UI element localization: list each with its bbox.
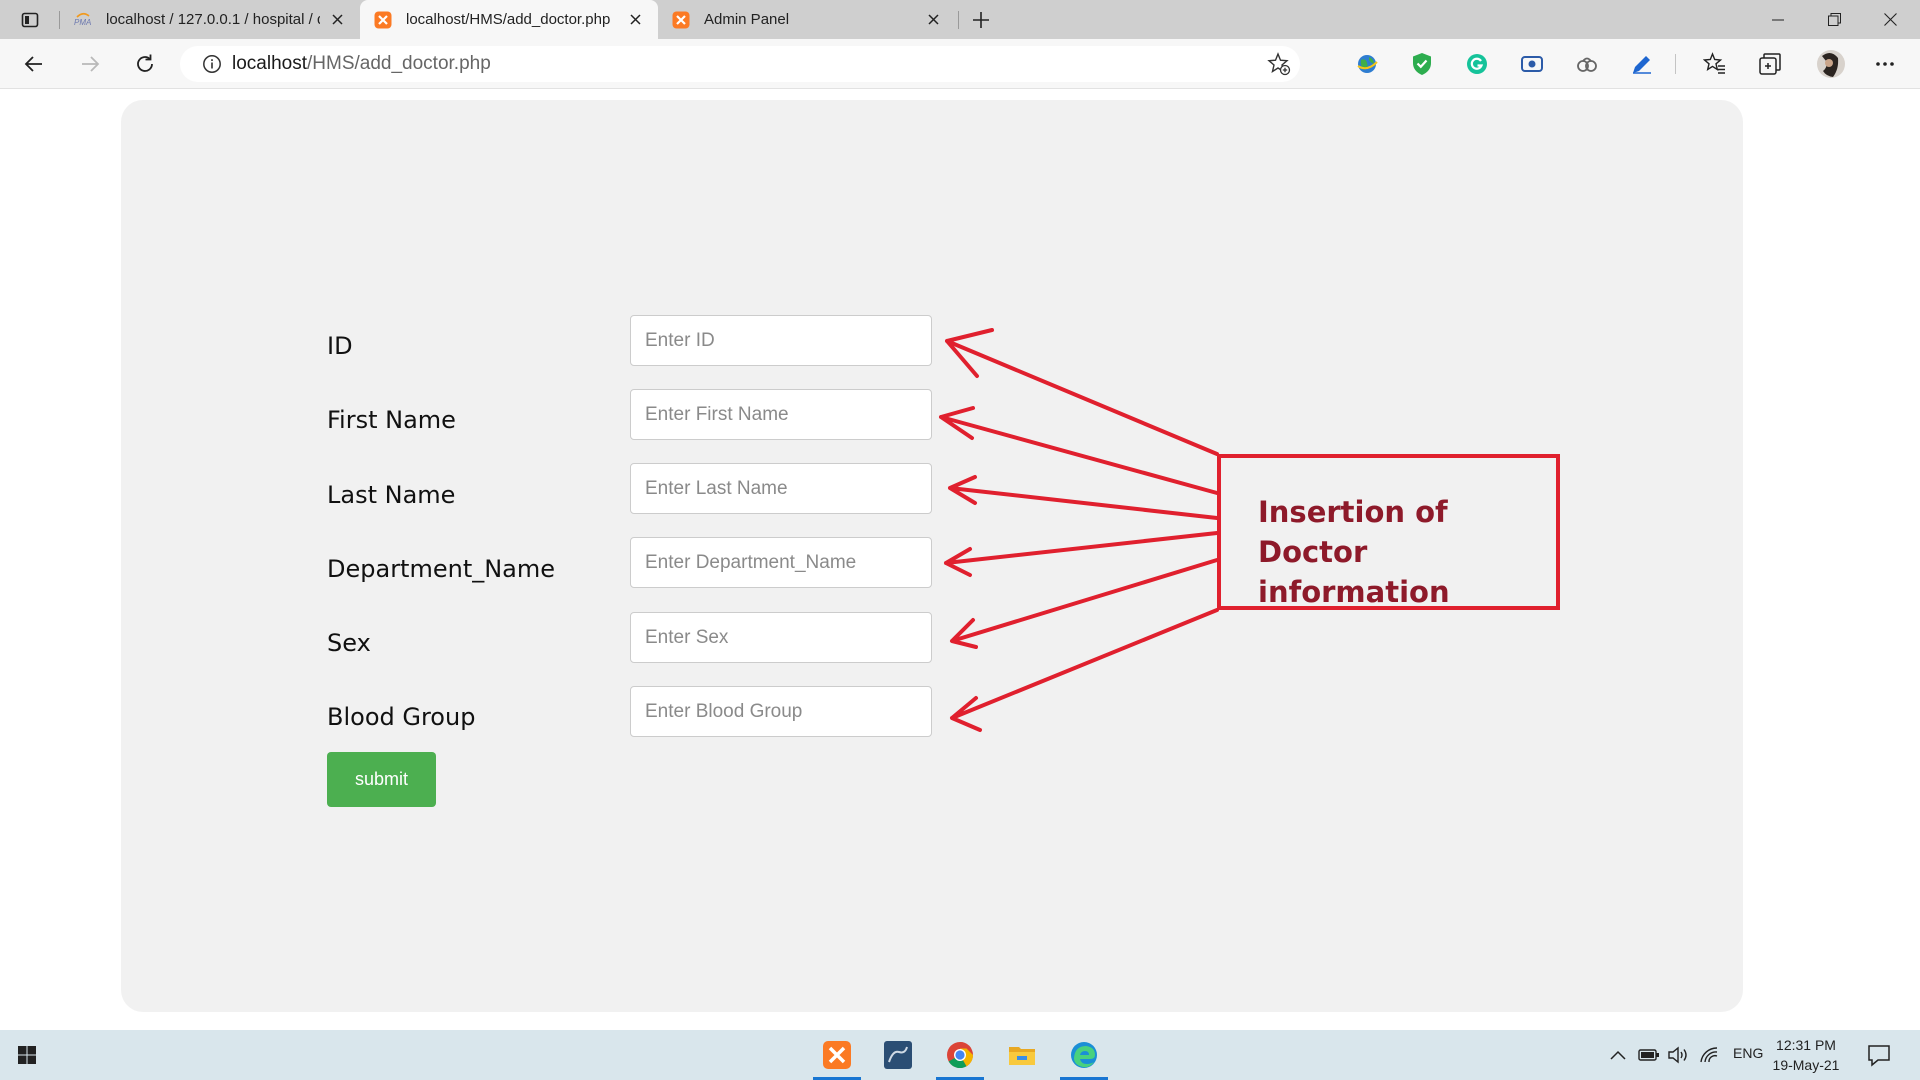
close-tab-icon[interactable] [328,11,346,29]
collections-icon [1759,53,1781,75]
wifi-icon[interactable] [1697,1043,1721,1067]
tab-bar: PMA localhost / 127.0.0.1 / hospital / d… [0,0,1920,39]
settings-more-button[interactable] [1870,49,1900,79]
close-tab-icon[interactable] [626,11,644,29]
plus-icon [973,12,989,28]
restore-button[interactable] [1806,0,1862,39]
department-name-input[interactable] [630,537,932,588]
refresh-button[interactable] [127,46,163,82]
tray-overflow-chevron-icon[interactable] [1606,1043,1630,1067]
submit-button[interactable]: submit [327,752,436,807]
annotation-callout-text: Insertion of Doctor information [1258,492,1548,612]
id-input[interactable] [630,315,932,366]
clock-date: 19-May-21 [1772,1057,1840,1073]
back-button[interactable] [16,46,52,82]
tab-actions-icon [21,12,39,28]
url-text: localhost/HMS/add_doctor.php [232,53,491,75]
add-favorite-button[interactable] [1262,47,1296,81]
file-explorer-icon [1009,1047,1035,1065]
address-bar[interactable]: localhost/HMS/add_doctor.php [180,46,1300,82]
new-tab-button[interactable] [966,5,996,35]
tab-add-doctor[interactable]: localhost/HMS/add_doctor.php [360,0,658,39]
refresh-icon [137,54,153,72]
close-icon [1883,13,1897,26]
department-name-label: Department_Name [327,555,556,583]
sex-label: Sex [327,629,371,657]
shield-extension-icon[interactable] [1407,49,1437,79]
pen-extension-icon[interactable] [1627,49,1657,79]
close-window-button[interactable] [1862,0,1918,39]
mysql-workbench-icon [884,1041,912,1069]
tab-phpmyadmin[interactable]: PMA localhost / 127.0.0.1 / hospital / d [60,0,360,39]
taskbar-mysql-workbench[interactable] [872,1030,924,1080]
last-name-label: Last Name [327,481,456,509]
windows-start-icon[interactable] [12,1040,42,1070]
first-name-label: First Name [327,406,456,434]
input-language[interactable]: ENG [1733,1045,1763,1061]
battery-icon[interactable] [1637,1043,1661,1067]
url-path: /HMS/add_doctor.php [307,53,491,74]
tab-label: Admin Panel [704,11,790,28]
id-label: ID [327,332,353,360]
taskbar-xampp[interactable] [811,1030,863,1080]
last-name-input[interactable] [630,463,932,514]
browser-toolbar: localhost/HMS/add_doctor.php [0,39,1920,89]
screenshot-extension-icon[interactable] [1517,49,1547,79]
annotation-line-2: information [1258,575,1450,609]
xampp-icon [672,11,690,28]
more-dots-icon [1876,62,1894,66]
tab-label: localhost / 127.0.0.1 / hospital / d [106,11,320,28]
annotation-line-1: Insertion of Doctor [1258,495,1448,569]
star-plus-icon [1267,52,1291,76]
tab-label: localhost/HMS/add_doctor.php [406,11,611,28]
tab-actions-button[interactable] [8,6,52,34]
windows-taskbar: ENG 12:31 PM 19-May-21 [0,1030,1920,1080]
link-extension-icon[interactable] [1572,49,1602,79]
blood-group-input[interactable] [630,686,932,737]
taskbar-edge[interactable] [1058,1030,1110,1080]
minimize-icon [1772,19,1784,20]
tab-admin-panel[interactable]: Admin Panel [658,0,956,39]
profile-avatar[interactable] [1815,48,1847,80]
edge-icon [1071,1042,1097,1068]
back-arrow-icon [24,56,42,72]
forward-arrow-icon [82,56,100,72]
xampp-icon [823,1041,851,1069]
chrome-icon [947,1041,974,1069]
restore-icon [1827,13,1841,26]
volume-icon[interactable] [1666,1043,1690,1067]
grammarly-icon[interactable] [1462,49,1492,79]
taskbar-chrome[interactable] [934,1030,986,1080]
collections-button[interactable] [1755,49,1785,79]
clock-time: 12:31 PM [1776,1037,1836,1053]
close-tab-icon[interactable] [924,11,942,29]
forward-button[interactable] [72,46,108,82]
favorites-button[interactable] [1700,49,1730,79]
minimize-button[interactable] [1750,0,1806,39]
notification-center-icon[interactable] [1866,1042,1892,1068]
system-clock[interactable]: 12:31 PM 19-May-21 [1770,1035,1842,1075]
svg-text:PMA: PMA [74,18,91,27]
xampp-icon [374,11,392,28]
sex-input[interactable] [630,612,932,663]
globe-extension-icon[interactable] [1352,49,1382,79]
taskbar-file-explorer[interactable] [996,1030,1048,1080]
first-name-input[interactable] [630,389,932,440]
blood-group-label: Blood Group [327,703,476,731]
favorites-icon [1703,52,1725,74]
phpmyadmin-icon: PMA [74,12,91,27]
site-info-icon[interactable] [194,46,230,82]
url-host: localhost [232,53,307,74]
